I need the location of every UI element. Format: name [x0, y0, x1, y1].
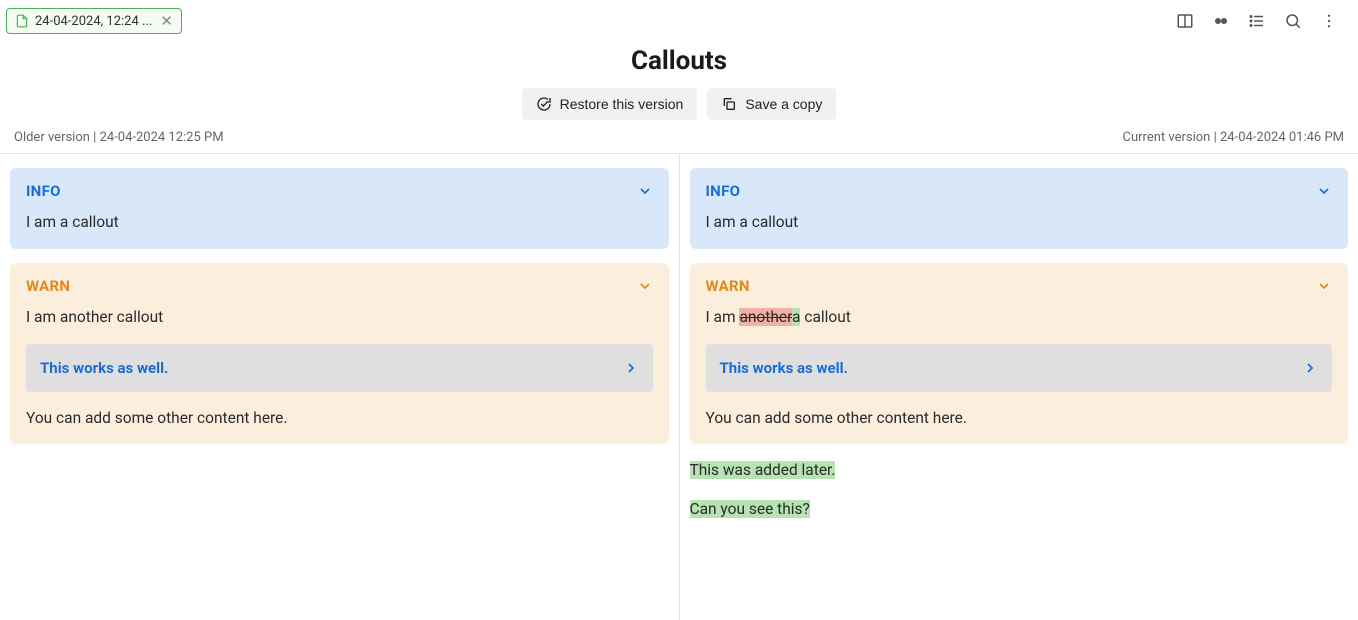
callout-title: WARN: [26, 277, 70, 295]
current-pane: INFO I am a callout WARN I am anothera c…: [680, 154, 1358, 620]
callout-body: I am a callout: [26, 210, 653, 235]
chevron-right-icon: [1302, 360, 1318, 376]
chevron-down-icon: [637, 183, 653, 199]
callout-header[interactable]: WARN: [706, 277, 1333, 295]
close-icon[interactable]: ✕: [160, 12, 173, 30]
chevron-down-icon: [1316, 183, 1332, 199]
chevron-down-icon: [637, 278, 653, 294]
panel-icon[interactable]: [1176, 12, 1194, 30]
title-area: Callouts Restore this version Save a cop…: [0, 36, 1358, 120]
tab-label: 24-04-2024, 12:24 ...: [35, 14, 152, 29]
warn-text-2: You can add some other content here.: [26, 406, 653, 431]
info-callout: INFO I am a callout: [10, 168, 669, 249]
more-icon[interactable]: [1320, 12, 1338, 30]
callout-title: INFO: [26, 182, 61, 200]
older-version-label: Older version | 24-04-2024 12:25 PM: [14, 130, 224, 145]
restore-version-button[interactable]: Restore this version: [522, 88, 698, 120]
callout-header[interactable]: INFO: [706, 182, 1333, 200]
compare-view: INFO I am a callout WARN I am another ca…: [0, 153, 1358, 620]
nested-callout[interactable]: This works as well.: [26, 344, 653, 392]
topbar-icons: [1176, 12, 1346, 30]
callout-header[interactable]: INFO: [26, 182, 653, 200]
callout-body: I am anothera callout This works as well…: [706, 305, 1333, 431]
warn-text-2: You can add some other content here.: [706, 406, 1333, 431]
version-row: Older version | 24-04-2024 12:25 PM Curr…: [0, 120, 1358, 153]
search-icon[interactable]: [1284, 12, 1302, 30]
callout-title: INFO: [706, 182, 741, 200]
restore-icon: [536, 96, 552, 112]
save-copy-label: Save a copy: [745, 96, 822, 112]
document-tab[interactable]: 24-04-2024, 12:24 ... ✕: [6, 8, 182, 34]
callout-title: WARN: [706, 277, 750, 295]
copy-icon: [721, 96, 737, 112]
older-pane: INFO I am a callout WARN I am another ca…: [0, 154, 680, 620]
save-copy-button[interactable]: Save a copy: [707, 88, 836, 120]
reader-mode-icon[interactable]: [1212, 12, 1230, 30]
warn-text-1: I am another callout: [26, 305, 653, 330]
info-callout: INFO I am a callout: [690, 168, 1349, 249]
added-paragraph-2: Can you see this?: [690, 500, 810, 518]
action-row: Restore this version Save a copy: [0, 88, 1358, 120]
added-paragraph-1: This was added later.: [690, 461, 836, 479]
deleted-text: another: [739, 308, 792, 326]
callout-body: I am another callout This works as well.…: [26, 305, 653, 431]
file-icon: [15, 14, 29, 28]
chevron-down-icon: [1316, 278, 1332, 294]
warn-callout: WARN I am anothera callout This works as…: [690, 263, 1349, 445]
callout-body: I am a callout: [706, 210, 1333, 235]
nested-title: This works as well.: [40, 356, 168, 380]
nested-callout[interactable]: This works as well.: [706, 344, 1333, 392]
topbar: 24-04-2024, 12:24 ... ✕: [0, 0, 1358, 36]
page-title: Callouts: [0, 46, 1358, 76]
restore-label: Restore this version: [560, 96, 684, 112]
nested-title: This works as well.: [720, 356, 848, 380]
callout-header[interactable]: WARN: [26, 277, 653, 295]
current-version-label: Current version | 24-04-2024 01:46 PM: [1123, 130, 1344, 145]
warn-callout: WARN I am another callout This works as …: [10, 263, 669, 445]
list-icon[interactable]: [1248, 12, 1266, 30]
chevron-right-icon: [623, 360, 639, 376]
warn-text-1-diff: I am anothera callout: [706, 305, 1333, 330]
